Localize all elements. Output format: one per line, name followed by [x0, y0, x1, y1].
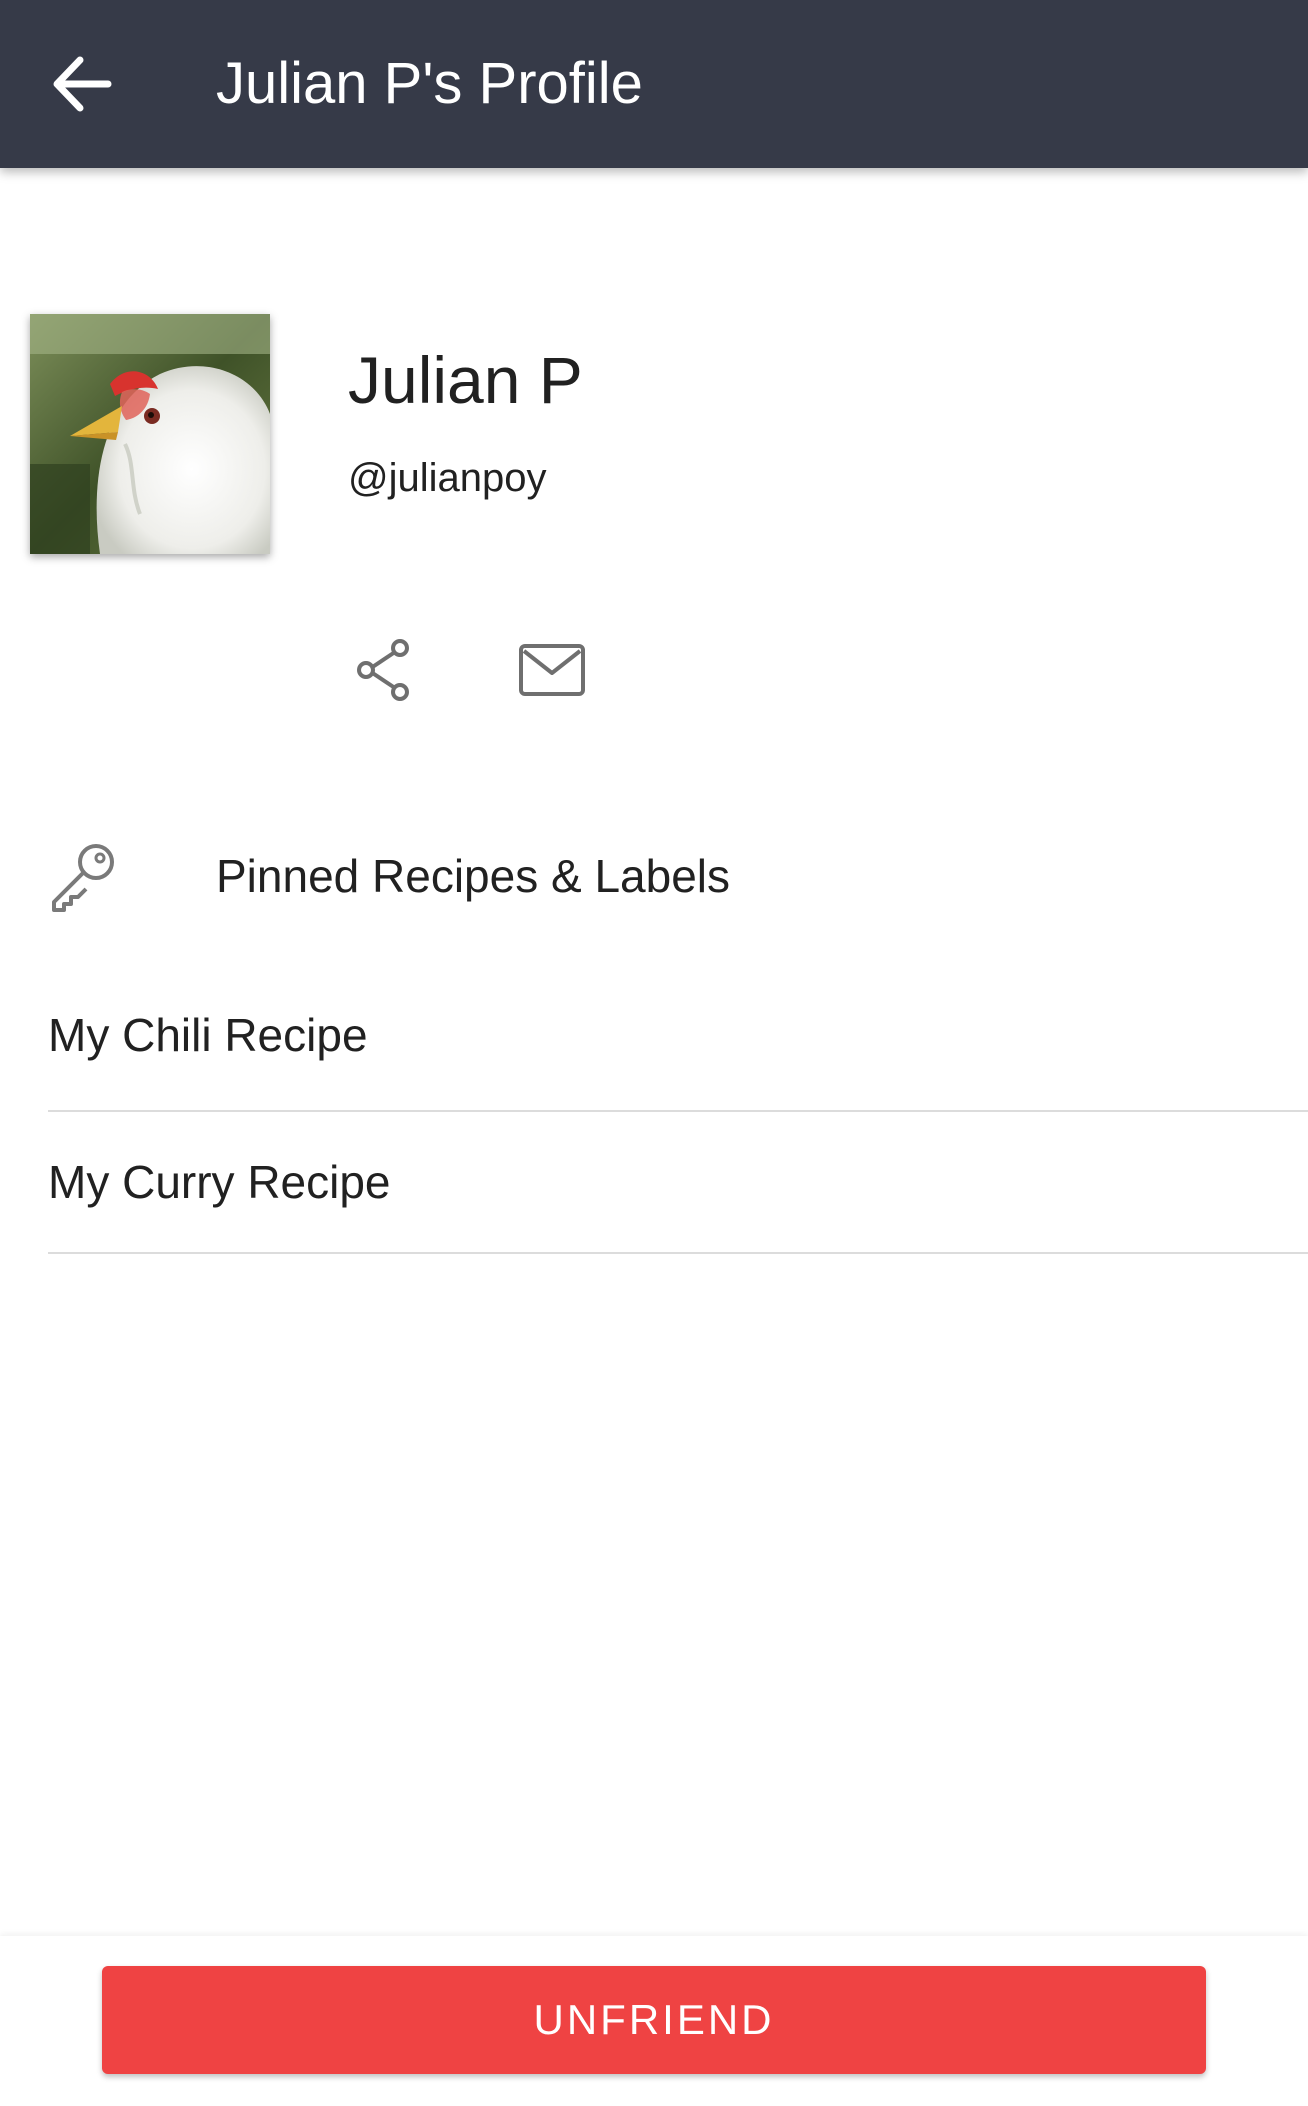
bottom-action-bar: UNFRIEND	[0, 1936, 1308, 2106]
key-icon	[52, 844, 114, 912]
display-name: Julian P	[348, 343, 583, 417]
avatar	[30, 314, 270, 554]
chicken-photo-avatar	[30, 314, 270, 554]
list-item[interactable]: My Curry Recipe	[48, 1112, 1308, 1254]
username-handle: @julianpoy	[348, 456, 547, 500]
mail-icon	[519, 644, 585, 696]
unfriend-button[interactable]: UNFRIEND	[102, 1966, 1206, 2074]
app-bar: Julian P's Profile	[0, 0, 1308, 168]
pinned-section-title: Pinned Recipes & Labels	[216, 850, 730, 902]
profile-screen: Julian P's Profile Julian P @julianpoy P…	[0, 0, 1308, 2106]
share-button[interactable]	[340, 626, 428, 714]
message-button[interactable]	[508, 626, 596, 714]
share-icon	[357, 639, 409, 701]
arrow-left-icon	[53, 56, 112, 112]
page-title: Julian P's Profile	[216, 51, 643, 116]
list-item[interactable]: My Chili Recipe	[48, 970, 1308, 1112]
back-button[interactable]	[38, 44, 126, 124]
pinned-recipe-list: My Chili Recipe My Curry Recipe	[48, 970, 1308, 1254]
